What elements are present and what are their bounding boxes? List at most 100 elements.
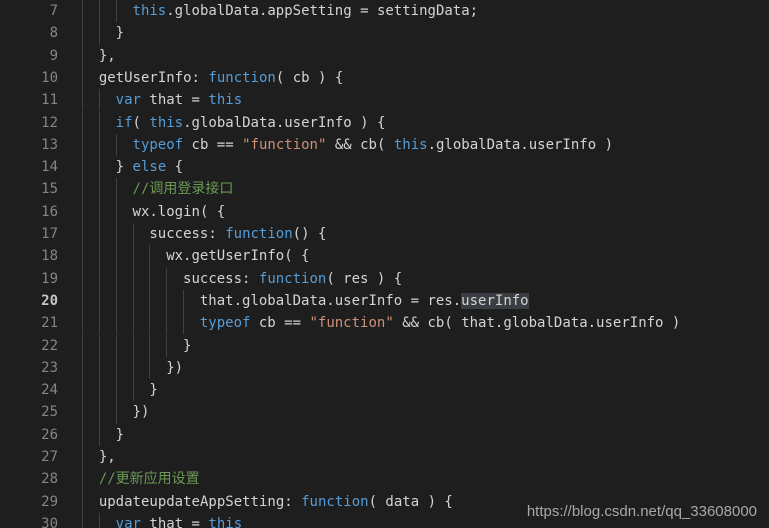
- watermark-url: https://blog.csdn.net/qq_33608000: [526, 503, 757, 520]
- code-line-text[interactable]: success: function( res ) {: [183, 268, 402, 290]
- code-line-text[interactable]: var that = this: [116, 513, 242, 528]
- code-line-text[interactable]: success: function() {: [149, 223, 326, 245]
- code-line-text[interactable]: }: [116, 424, 124, 446]
- indent-guide: [82, 289, 83, 313]
- code-line-text[interactable]: } else {: [116, 156, 183, 178]
- code-line-text[interactable]: if( this.globalData.userInfo ) {: [116, 112, 386, 134]
- token-id: cb ==: [250, 315, 310, 332]
- indent-guide: [115, 334, 117, 357]
- line-number: 21: [41, 315, 58, 332]
- code-line-text[interactable]: },: [99, 45, 116, 67]
- indent-guide: [115, 223, 117, 246]
- code-line-text[interactable]: }): [166, 357, 183, 379]
- indent-guide: [183, 312, 185, 335]
- token-key: function: [225, 226, 293, 242]
- token-id: .globalData.appSetting = settingData;: [166, 3, 479, 19]
- indent-guide: [82, 356, 83, 380]
- token-id: {: [166, 159, 184, 176]
- code-line-text[interactable]: wx.login( {: [133, 201, 226, 223]
- indent-guide: [132, 379, 134, 402]
- code-line-text[interactable]: getUserInfo: function( cb ) {: [99, 67, 343, 89]
- indent-guide: [82, 111, 83, 134]
- line-number: 15: [41, 181, 58, 198]
- code-line-text[interactable]: },: [99, 446, 116, 468]
- token-id: }: [115, 25, 125, 42]
- indent-guide: [115, 0, 117, 23]
- line-number: 30: [41, 515, 58, 528]
- line-number: 16: [41, 203, 58, 220]
- code-line-text[interactable]: typeof cb == "function" && cb( that.glob…: [200, 312, 680, 334]
- token-key: function: [301, 493, 369, 510]
- token-str: "function": [242, 136, 327, 153]
- token-id: wx.getUserInfo( {: [166, 248, 310, 265]
- indent-guide: [149, 356, 151, 380]
- code-line-text[interactable]: typeof cb == "function" && cb( this.glob…: [133, 134, 613, 156]
- indent-guide: [98, 245, 100, 268]
- indent-guide: [183, 289, 185, 313]
- token-id: },: [98, 449, 116, 465]
- line-number: 8: [49, 25, 58, 42]
- indent-guide: [115, 178, 117, 201]
- line-number: 20: [41, 292, 58, 309]
- indent-guide: [82, 44, 83, 67]
- indent-guide: [132, 334, 134, 357]
- token-key: typeof: [132, 136, 184, 153]
- code-line-text[interactable]: }: [183, 335, 191, 357]
- code-line-text[interactable]: }: [116, 22, 124, 44]
- token-id: that =: [140, 92, 209, 109]
- indent-guide: [98, 200, 100, 223]
- token-key: this: [208, 92, 243, 109]
- indent-guide: [98, 267, 100, 290]
- token-com: //更新应用设置: [98, 471, 200, 488]
- code-line-text[interactable]: that.globalData.userInfo = res.userInfo: [200, 290, 529, 312]
- token-id: .globalData.userInfo ) {: [183, 114, 386, 131]
- token-id: success:: [183, 270, 259, 287]
- token-id: ( res ) {: [326, 270, 403, 287]
- code-line-text[interactable]: this.globalData.appSetting = settingData…: [133, 0, 479, 22]
- line-number: 28: [41, 471, 58, 488]
- indent-guide: [82, 156, 83, 179]
- indent-guide: [132, 289, 134, 313]
- token-key: function: [258, 270, 327, 287]
- indent-guide: [132, 223, 134, 246]
- code-line-text[interactable]: updateupdateAppSetting: function( data )…: [99, 491, 453, 513]
- indent-guide: [115, 133, 117, 157]
- token-id: && cb( that.globalData.userInfo ): [393, 315, 681, 332]
- indent-guide: [98, 379, 100, 402]
- code-line-text[interactable]: }: [149, 379, 157, 401]
- indent-guide: [98, 22, 100, 45]
- token-key: this: [132, 3, 167, 19]
- indent-guide: [82, 401, 83, 424]
- token-id: ( cb ) {: [275, 69, 344, 86]
- code-line-text[interactable]: var that = this: [116, 89, 242, 111]
- indent-guide: [82, 66, 83, 90]
- token-id: () {: [292, 226, 327, 242]
- indent-guide: [82, 446, 83, 469]
- token-str: "function": [309, 315, 394, 332]
- code-line-text[interactable]: //调用登录接口: [133, 178, 234, 200]
- indent-guide: [98, 334, 100, 357]
- indent-guide: [149, 334, 151, 357]
- indent-guide: [132, 312, 134, 335]
- indent-guide: [98, 289, 100, 313]
- token-id: }: [149, 382, 158, 399]
- code-line-text[interactable]: }): [133, 401, 150, 423]
- indent-guide: [149, 245, 151, 268]
- indent-guide: [82, 22, 83, 45]
- indent-guide: [82, 490, 83, 513]
- line-number: 7: [49, 3, 58, 19]
- indent-guide: [98, 401, 100, 424]
- token-id: wx.login( {: [132, 203, 226, 220]
- indent-guide: [82, 200, 83, 223]
- indent-guide: [149, 267, 151, 290]
- line-number: 22: [41, 337, 58, 354]
- line-number: 23: [41, 359, 58, 376]
- indent-guide: [82, 512, 83, 528]
- code-line-text[interactable]: wx.getUserInfo( {: [166, 245, 309, 267]
- token-id: .globalData.userInfo ): [427, 136, 613, 153]
- token-com: //调用登录接口: [132, 181, 234, 198]
- code-editor[interactable]: 7 this.globalData.appSetting = settingDat…: [0, 0, 769, 528]
- token-key: this: [393, 136, 428, 153]
- code-line-text[interactable]: //更新应用设置: [99, 468, 200, 490]
- token-id: }): [166, 359, 184, 376]
